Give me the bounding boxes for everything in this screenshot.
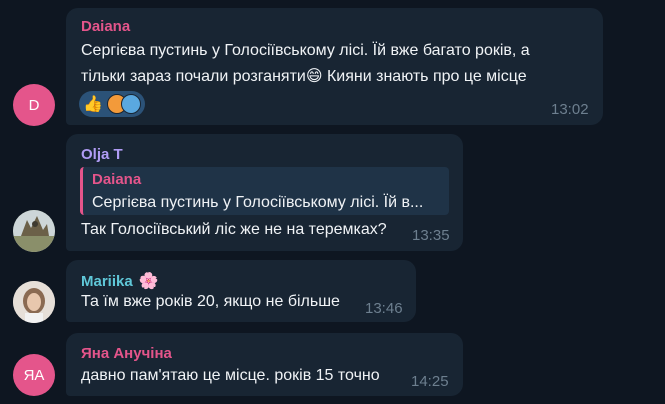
thumbs-up-icon: 👍: [83, 96, 103, 113]
sender-name[interactable]: Mariika 🌸: [81, 271, 159, 291]
avatar[interactable]: ЯА: [13, 354, 55, 396]
avatar[interactable]: [13, 210, 55, 252]
message-text: Сергієва пустинь у Голосіївському лісі. …: [81, 38, 530, 90]
reactor-avatar: [120, 94, 141, 114]
reply-sender: Daiana: [92, 171, 142, 188]
message-bubble[interactable]: Olja T Daiana Сергієва пустинь у Голосії…: [66, 134, 463, 251]
message-time: 14:25: [411, 373, 449, 390]
sender-name-text: Mariika: [81, 273, 133, 290]
avatar[interactable]: [13, 281, 55, 323]
sender-name[interactable]: Olja T: [81, 146, 123, 163]
sender-name[interactable]: Daiana: [81, 18, 130, 35]
message-text-line: тільки зараз почали розганяти: [81, 68, 306, 85]
flower-icon: 🌸: [138, 273, 159, 290]
reply-text: Сергієва пустинь у Голосіївському лісі. …: [92, 194, 424, 211]
message-time: 13:35: [412, 227, 450, 244]
grin-emoji-icon: 😄: [305, 68, 323, 85]
message-text: Так Голосіївський ліс же не на теремках?: [81, 221, 387, 238]
reaction-thumbs-up[interactable]: 👍: [79, 91, 145, 117]
message-time: 13:02: [551, 101, 589, 118]
message-bubble[interactable]: Mariika 🌸 Та їм вже років 20, якщо не біл…: [66, 260, 416, 322]
avatar-initial: ЯА: [23, 366, 45, 384]
avatar-initial: D: [28, 96, 40, 114]
message-text-line: Сергієва пустинь у Голосіївському лісі. …: [81, 42, 530, 59]
avatar-photo: [13, 281, 55, 323]
message-text: Та їм вже років 20, якщо не більше: [81, 293, 340, 310]
message-text-line: Кияни знають про це місце: [322, 68, 527, 85]
avatar[interactable]: D: [13, 84, 55, 126]
message-time: 13:46: [365, 300, 403, 317]
message-bubble[interactable]: Яна Анучіна давно пам'ятаю це місце. рок…: [66, 333, 463, 396]
message-text: давно пам'ятаю це місце. років 15 точно: [81, 367, 380, 384]
reactions-bar[interactable]: 👍: [79, 91, 145, 117]
message-bubble[interactable]: Daiana Сергієва пустинь у Голосіївському…: [66, 8, 603, 125]
sender-name[interactable]: Яна Анучіна: [81, 345, 172, 362]
avatar-photo: [13, 210, 55, 252]
reply-quote[interactable]: Daiana Сергієва пустинь у Голосіївському…: [80, 167, 449, 215]
